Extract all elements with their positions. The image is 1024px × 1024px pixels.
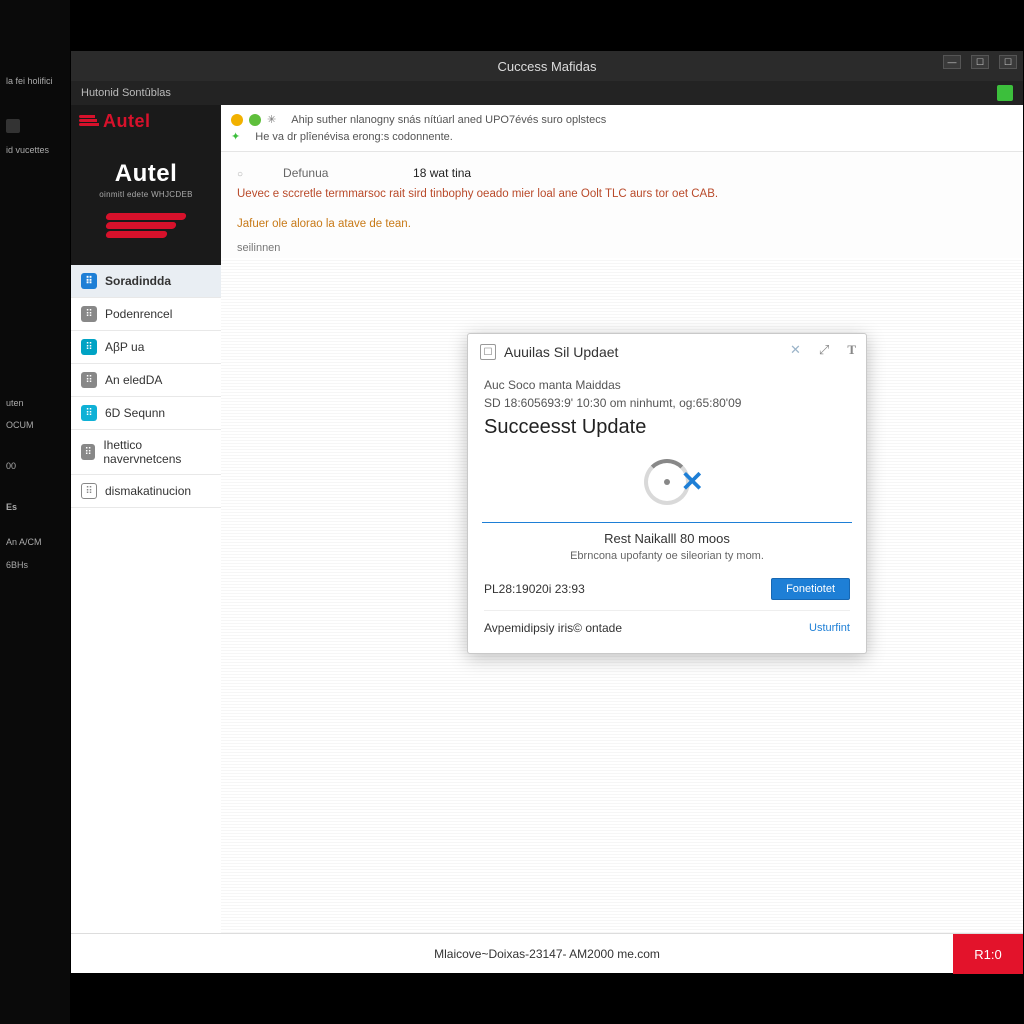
brand-hero: Autel oinmitl edete WHJCDEB xyxy=(71,134,221,265)
sidebar-item-label: Ihettico navervnetcens xyxy=(103,438,211,466)
os-side-strip: la fei holifici id vucettes uten OCUM 00… xyxy=(0,0,70,1024)
list-icon: ⠿ xyxy=(81,372,97,388)
dialog-footer-text: Avpemidipsiy iris© ontade xyxy=(484,621,622,635)
dialog-code: PL28:19020i 23:93 xyxy=(484,582,585,596)
os-item: OCUM xyxy=(0,414,70,437)
menu-icon xyxy=(6,119,20,133)
progress-graphic: ✕ xyxy=(484,451,850,522)
notice-bar: ✳ Ahip suther nlanogny snás nítúarl aned… xyxy=(221,105,1023,152)
sidebar: Autel Autel oinmitl edete WHJCDEB ⠿ Sorad… xyxy=(71,105,221,933)
dialog-title: Auuilas Sil Updaet xyxy=(504,344,618,360)
warning-text: Uevec e sccretle termmarsoc rait sird ti… xyxy=(221,184,1023,204)
warning-icon xyxy=(231,114,243,126)
maximize-button[interactable]: ☐ xyxy=(971,55,989,69)
subheader: Hutonid Sontûblas xyxy=(71,81,1023,105)
sidebar-item-1[interactable]: ⠿ Podenrencel xyxy=(71,298,221,331)
dialog-icon: ☐ xyxy=(480,344,496,360)
dialog-headline: Succeesst Update xyxy=(484,416,850,439)
dialog-line: Auc Soco manta Maiddas xyxy=(484,378,850,392)
dialog-rest-line: Rest Naikalll 80 moos xyxy=(484,531,850,546)
hero-subtitle: oinmitl edete WHJCDEB xyxy=(77,190,215,199)
os-item: id vucettes xyxy=(0,139,70,162)
sidebar-item-3[interactable]: ⠿ An eledDA xyxy=(71,364,221,397)
page-icon: ⠿ xyxy=(81,444,95,460)
dialog-line: SD 18:605693:9' 10:30 om ninhumt, og:65:… xyxy=(484,396,850,410)
meta-value: 18 wat tina xyxy=(413,166,471,180)
expand-icon[interactable]: ⤢ xyxy=(819,342,829,358)
gear-icon: ⠿ xyxy=(81,339,97,355)
status-chip-icon xyxy=(997,85,1013,101)
doc-icon: ⠿ xyxy=(81,306,97,322)
card-icon: ⠿ xyxy=(81,405,97,421)
hero-title: Autel xyxy=(77,160,215,188)
ok-icon xyxy=(249,114,261,126)
update-dialog: ☐ Auuilas Sil Updaet ✕ ⤢ T Auc Soco mant… xyxy=(467,333,867,654)
chat-icon: ⠿ xyxy=(81,273,97,289)
subheader-text: Hutonid Sontûblas xyxy=(81,87,171,99)
window-title: Cuccess Mafidas xyxy=(498,59,597,74)
footer-bar: Mlaicove~Doixas-23147- AM2000 me.com R1:… xyxy=(71,933,1023,973)
dialog-footer-link[interactable]: Usturfint xyxy=(809,622,850,634)
sidebar-item-4[interactable]: ⠿ 6D Sequnn xyxy=(71,397,221,430)
section-label: seilinnen xyxy=(221,234,1023,258)
os-item: 00 xyxy=(0,455,70,478)
sidebar-item-2[interactable]: ⠿ AβP ua xyxy=(71,331,221,364)
os-item: 6BHs xyxy=(0,554,70,577)
sidebar-nav: ⠿ Soradindda ⠿ Podenrencel ⠿ AβP ua ⠿ An eledDA… xyxy=(71,265,221,933)
footer-action-button[interactable]: R1:0 xyxy=(953,934,1023,974)
brand-logo-icon xyxy=(79,115,99,129)
notice-line: He va dr plîenévisa erong:s codonnente. xyxy=(255,131,453,143)
sidebar-item-label: Soradindda xyxy=(105,274,171,288)
sidebar-item-label: Podenrencel xyxy=(105,307,172,321)
text-tool-icon[interactable]: T xyxy=(847,342,856,358)
os-item xyxy=(0,113,70,139)
meta-row: ○ Defunua 18 wat tina xyxy=(221,152,1023,184)
os-item: la fei holifici xyxy=(0,70,70,93)
sidebar-item-label: An eledDA xyxy=(105,373,162,387)
titlebar: Cuccess Mafidas — ☐ ☐ xyxy=(71,51,1023,81)
close-button[interactable]: ☐ xyxy=(999,55,1017,69)
sidebar-item-0[interactable]: ⠿ Soradindda xyxy=(71,265,221,298)
app-window: Cuccess Mafidas — ☐ ☐ Hutonid Sontûblas … xyxy=(70,50,1024,974)
dialog-sub-line: Ebrncona upofanty oe sileorian ty mom. xyxy=(484,550,850,562)
minimize-button[interactable]: — xyxy=(943,55,961,69)
search-icon: ⠿ xyxy=(81,483,97,499)
sidebar-item-label: AβP ua xyxy=(105,340,144,354)
hero-logo-icon xyxy=(106,213,186,247)
spinner-icon: ✕ xyxy=(644,459,690,505)
notice-line: Ahip suther nlanogny snás nítúarl aned U… xyxy=(291,114,606,126)
sidebar-item-6[interactable]: ⠿ dismakatinucion xyxy=(71,475,221,508)
os-item: An A/CM xyxy=(0,531,70,554)
footer-text: Mlaicove~Doixas-23147- AM2000 me.com xyxy=(434,947,660,961)
dialog-primary-button[interactable]: Fonetiotet xyxy=(771,578,850,600)
os-item: uten xyxy=(0,392,70,415)
meta-label: Defunua xyxy=(283,166,373,180)
close-icon[interactable]: ✕ xyxy=(790,342,801,358)
dialog-titlebar: ☐ Auuilas Sil Updaet ✕ ⤢ T xyxy=(468,334,866,370)
warning-text: Jafuer ole alorao la atave de tean. xyxy=(221,214,1023,234)
content-area: ✳ Ahip suther nlanogny snás nítúarl aned… xyxy=(221,105,1023,933)
brand-name: Autel xyxy=(103,111,151,132)
brand-block: Autel xyxy=(71,105,221,134)
sidebar-item-label: 6D Sequnn xyxy=(105,406,165,420)
sidebar-item-label: dismakatinucion xyxy=(105,484,191,498)
os-item: Es xyxy=(0,496,70,519)
sidebar-item-5[interactable]: ⠿ Ihettico navervnetcens xyxy=(71,430,221,475)
